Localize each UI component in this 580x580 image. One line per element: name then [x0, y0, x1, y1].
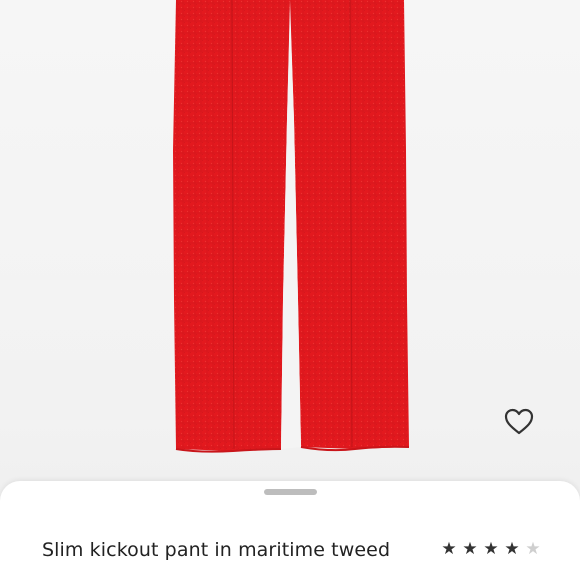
star-filled-icon: ★ [462, 539, 478, 559]
right-pant-leg [290, 0, 409, 449]
pants-illustration [173, 0, 410, 453]
product-image[interactable] [0, 0, 580, 490]
wishlist-button[interactable] [502, 405, 536, 439]
star-filled-icon: ★ [483, 539, 499, 559]
product-screen: Slim kickout pant in maritime tweed ★ ★ ★ ★… [0, 0, 580, 580]
star-filled-icon: ★ [441, 539, 457, 559]
star-filled-icon: ★ [504, 539, 520, 559]
heart-outline-icon [504, 408, 534, 435]
sheet-grabber[interactable] [264, 489, 317, 495]
product-title: Slim kickout pant in maritime tweed [42, 539, 391, 561]
star-rating[interactable]: ★ ★ ★ ★ ★ [440, 539, 542, 559]
star-empty-icon: ★ [525, 539, 541, 559]
bottom-sheet[interactable]: Slim kickout pant in maritime tweed ★ ★ ★ ★… [0, 481, 580, 580]
left-pant-leg [173, 0, 290, 451]
